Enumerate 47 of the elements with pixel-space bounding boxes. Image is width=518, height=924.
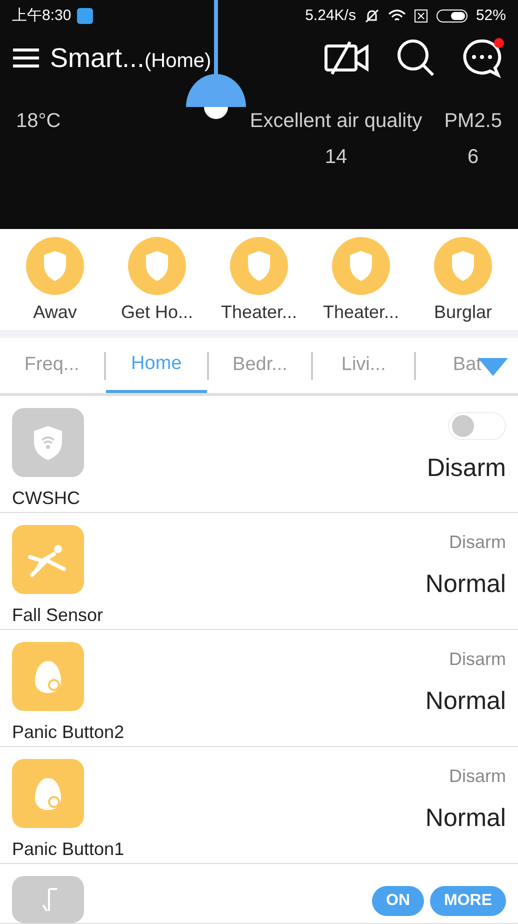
- air-quality-value: 14: [324, 145, 348, 170]
- search-icon[interactable]: [396, 38, 436, 78]
- action-button[interactable]: ON: [372, 886, 424, 916]
- scene-label[interactable]: Burglar: [434, 299, 492, 326]
- pm25-value: 6: [468, 145, 479, 170]
- bell-off-icon: [364, 8, 380, 24]
- device-mode: Disarm: [449, 765, 506, 788]
- device-name: Panic Button1: [12, 838, 124, 861]
- scene-label[interactable]: Theater...: [220, 299, 298, 326]
- device-mode: Disarm: [449, 531, 506, 554]
- battery-icon: [436, 9, 468, 23]
- device-status: Normal: [425, 803, 506, 834]
- scene-label[interactable]: Awav: [33, 299, 77, 326]
- device-name: Fall Sensor: [12, 604, 104, 627]
- menu-icon[interactable]: [12, 47, 40, 69]
- network-speed: 5.24K/s: [305, 6, 356, 26]
- device-status: Disarm: [426, 453, 506, 484]
- shield-icon[interactable]: [230, 237, 288, 296]
- room-tab[interactable]: Livi...: [312, 338, 414, 393]
- device-name: CWSHC: [12, 487, 81, 510]
- temperature: 18°C: [16, 109, 61, 134]
- status-time: 上午8:30: [12, 6, 72, 26]
- battery-percent: 52%: [476, 6, 506, 26]
- device-name: Panic Button2: [12, 721, 124, 744]
- shield-icon[interactable]: [26, 237, 84, 296]
- camera-off-icon[interactable]: [324, 40, 370, 76]
- room-tab[interactable]: Bat: [416, 338, 518, 393]
- device-status: Normal: [425, 686, 506, 717]
- home-name: (Home): [144, 48, 212, 74]
- chat-icon[interactable]: [462, 38, 502, 78]
- wifi-icon: [388, 9, 406, 23]
- app-title: Smart...: [50, 42, 145, 75]
- scene-label[interactable]: Get Ho...: [120, 299, 194, 326]
- pm25-label: PM2.5: [444, 109, 502, 134]
- shield-icon[interactable]: [332, 237, 390, 296]
- app-icon: [77, 8, 94, 24]
- scene-label[interactable]: Theater...: [322, 299, 400, 326]
- shield-icon[interactable]: [128, 237, 186, 296]
- action-button[interactable]: MORE: [430, 886, 506, 916]
- device-mode: Disarm: [449, 648, 506, 671]
- air-quality-label: Excellent air quality: [250, 109, 422, 134]
- room-tab[interactable]: Bedr...: [209, 338, 311, 393]
- room-tab[interactable]: Freq...: [0, 338, 104, 393]
- toggle-switch[interactable]: [448, 412, 506, 440]
- sim-icon: [414, 9, 428, 23]
- shield-icon[interactable]: [434, 237, 492, 296]
- device-status: Normal: [425, 569, 506, 600]
